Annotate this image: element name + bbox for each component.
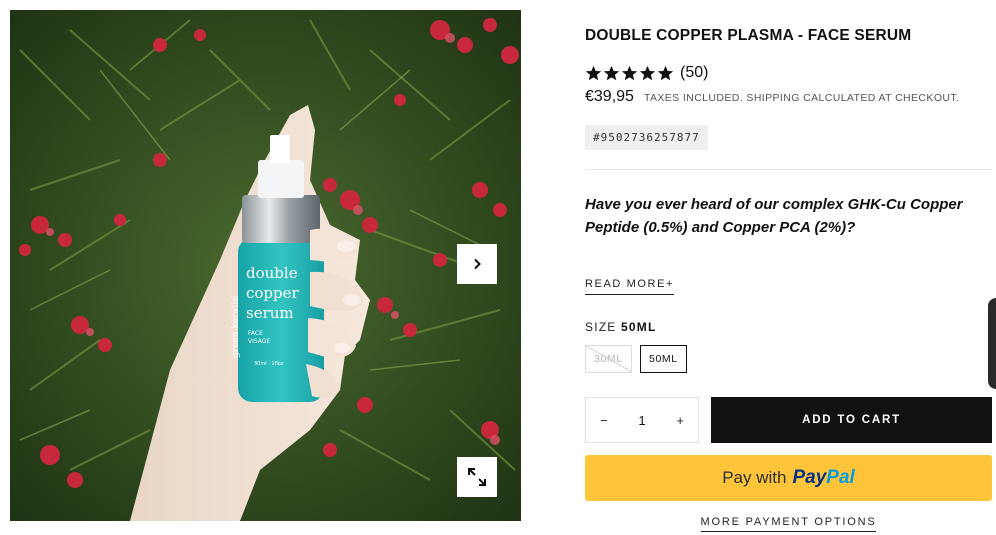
paypal-button[interactable]: Pay with PayPal	[585, 455, 992, 501]
side-drawer-tab[interactable]	[988, 298, 996, 389]
price-row: €39,95 TAXES INCLUDED. SHIPPING CALCULAT…	[585, 88, 959, 106]
star-icon	[585, 65, 602, 80]
product-title: DOUBLE COPPER PLASMA - FACE SERUM	[585, 27, 912, 44]
bottle-label: double	[246, 264, 298, 282]
svg-text:VISAGE: VISAGE	[248, 338, 270, 345]
svg-text:FACE: FACE	[248, 330, 263, 337]
size-option-30ml[interactable]: 30ML	[585, 345, 632, 373]
add-to-cart-button[interactable]: ADD TO CART	[711, 397, 992, 443]
product-image[interactable]: double copper serum FACE VISAGE green ke…	[10, 10, 521, 521]
quantity-value[interactable]: 1	[638, 413, 645, 428]
divider	[585, 169, 992, 170]
quantity-decrease-button[interactable]: −	[600, 413, 608, 428]
size-label: SIZE 50ML	[585, 320, 657, 334]
read-more-link[interactable]: READ MORE+	[585, 278, 675, 295]
paypal-logo: PayPal	[792, 467, 855, 488]
chevron-right-icon	[474, 258, 481, 270]
tax-note: TAXES INCLUDED. SHIPPING CALCULATED AT C…	[643, 92, 960, 104]
svg-text:30ml · 1floz: 30ml · 1floz	[254, 361, 284, 367]
star-icon	[639, 65, 656, 80]
svg-text:serum: serum	[246, 304, 294, 322]
svg-text:copper: copper	[246, 284, 300, 302]
size-label-text: SIZE	[585, 320, 617, 334]
zoom-image-button[interactable]	[457, 457, 497, 497]
svg-text:green keratin: green keratin	[231, 296, 241, 358]
product-rating[interactable]: (50)	[585, 64, 708, 82]
product-sku: #9502736257877	[585, 125, 708, 150]
size-option-50ml[interactable]: 50ML	[640, 345, 687, 373]
quantity-stepper: − 1 +	[585, 397, 699, 443]
star-icon	[603, 65, 620, 80]
more-payment-options-link[interactable]: MORE PAYMENT OPTIONS	[700, 516, 877, 532]
product-price: €39,95	[585, 88, 634, 105]
product-photo: double copper serum FACE VISAGE green ke…	[10, 10, 521, 521]
quantity-increase-button[interactable]: +	[676, 413, 684, 428]
next-image-button[interactable]	[457, 244, 497, 284]
star-icon	[621, 65, 638, 80]
star-rating	[585, 65, 674, 82]
rating-count[interactable]: (50)	[680, 64, 708, 82]
product-description: Have you ever heard of our complex GHK-C…	[585, 196, 963, 236]
size-option-label: 50ML	[649, 353, 678, 365]
expand-icon	[468, 468, 486, 486]
star-icon	[657, 65, 674, 80]
paypal-prefix: Pay with	[722, 468, 787, 487]
more-payment-options: MORE PAYMENT OPTIONS	[585, 512, 992, 532]
selected-size: 50ML	[621, 320, 657, 334]
